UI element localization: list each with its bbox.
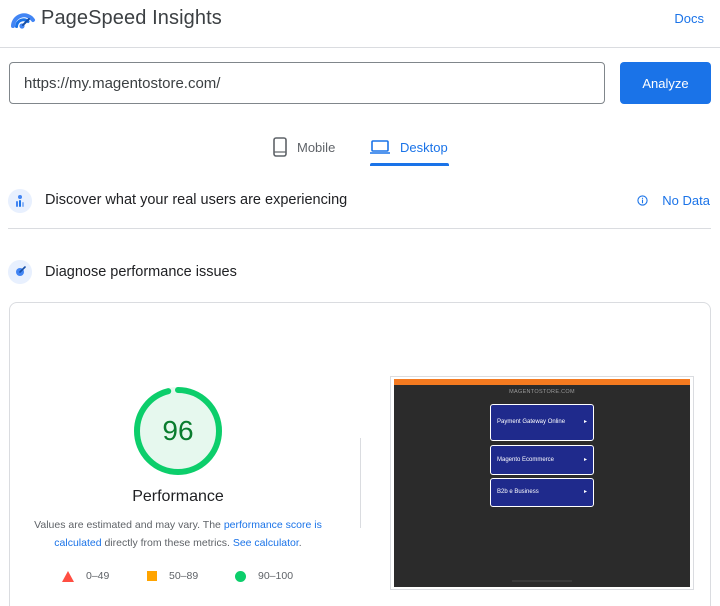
pagespeed-logo-icon [11, 13, 35, 29]
top-header: PageSpeed Insights Docs [0, 0, 720, 48]
desc-suffix: . [298, 537, 302, 549]
diagnose-icon [8, 260, 32, 284]
real-users-title: Discover what your real users are experi… [45, 192, 348, 208]
section-divider [8, 228, 711, 229]
card-vertical-divider [360, 438, 361, 528]
preview-button-label: B2b e Business [497, 489, 539, 495]
legend-fail: 0–49 [62, 570, 109, 582]
chevron-right-icon: ▸ [583, 456, 587, 463]
preview-button-payment: Payment Gateway Online ▸ [490, 404, 594, 441]
desc-prefix: Values are estimated and may vary. The [34, 519, 224, 531]
legend-average-range: 50–89 [169, 570, 199, 582]
page-screenshot: MAGENTOSTORE.COM Payment Gateway Online … [394, 379, 690, 587]
preview-button-label: Payment Gateway Online [497, 419, 566, 425]
users-experience-icon [8, 189, 32, 213]
active-tab-indicator [370, 163, 449, 166]
performance-description: Values are estimated and may vary. The p… [22, 516, 334, 552]
preview-top-bar [394, 379, 690, 385]
chevron-right-icon: ▸ [583, 419, 587, 425]
no-data-status[interactable]: No Data [637, 193, 710, 208]
tab-desktop-label: Desktop [400, 139, 448, 155]
see-calculator-link[interactable]: See calculator [233, 537, 299, 549]
circle-icon [235, 570, 246, 582]
square-icon [147, 571, 157, 581]
chevron-right-icon: ▸ [583, 489, 587, 495]
legend-pass-range: 90–100 [258, 570, 294, 582]
tab-mobile-label: Mobile [297, 139, 336, 155]
preview-brand: MAGENTOSTORE.COM [509, 389, 575, 395]
legend-pass: 90–100 [235, 570, 293, 582]
performance-label: Performance [132, 488, 224, 505]
tab-desktop[interactable]: Desktop [370, 134, 448, 160]
url-input[interactable] [9, 62, 605, 104]
info-icon [637, 195, 648, 206]
preview-button-ecommerce: Magento Ecommerce ▸ [490, 445, 594, 475]
triangle-icon [62, 570, 74, 582]
analyze-button[interactable]: Analyze [620, 62, 711, 104]
no-data-label: No Data [662, 193, 710, 208]
preview-button-label: Magento Ecommerce [497, 456, 555, 463]
preview-button-b2b: B2b e Business ▸ [490, 478, 594, 507]
performance-score: 96 [162, 415, 194, 446]
desc-middle: directly from these metrics. [101, 537, 233, 549]
docs-link[interactable]: Docs [674, 11, 704, 26]
preview-footer-bar [512, 580, 572, 582]
legend-fail-range: 0–49 [86, 570, 110, 582]
tab-mobile[interactable]: Mobile [273, 134, 335, 160]
diagnose-title: Diagnose performance issues [45, 264, 237, 280]
phone-icon [273, 137, 287, 157]
laptop-icon [370, 140, 390, 154]
app-title: PageSpeed Insights [41, 7, 222, 29]
legend-average: 50–89 [147, 570, 198, 582]
